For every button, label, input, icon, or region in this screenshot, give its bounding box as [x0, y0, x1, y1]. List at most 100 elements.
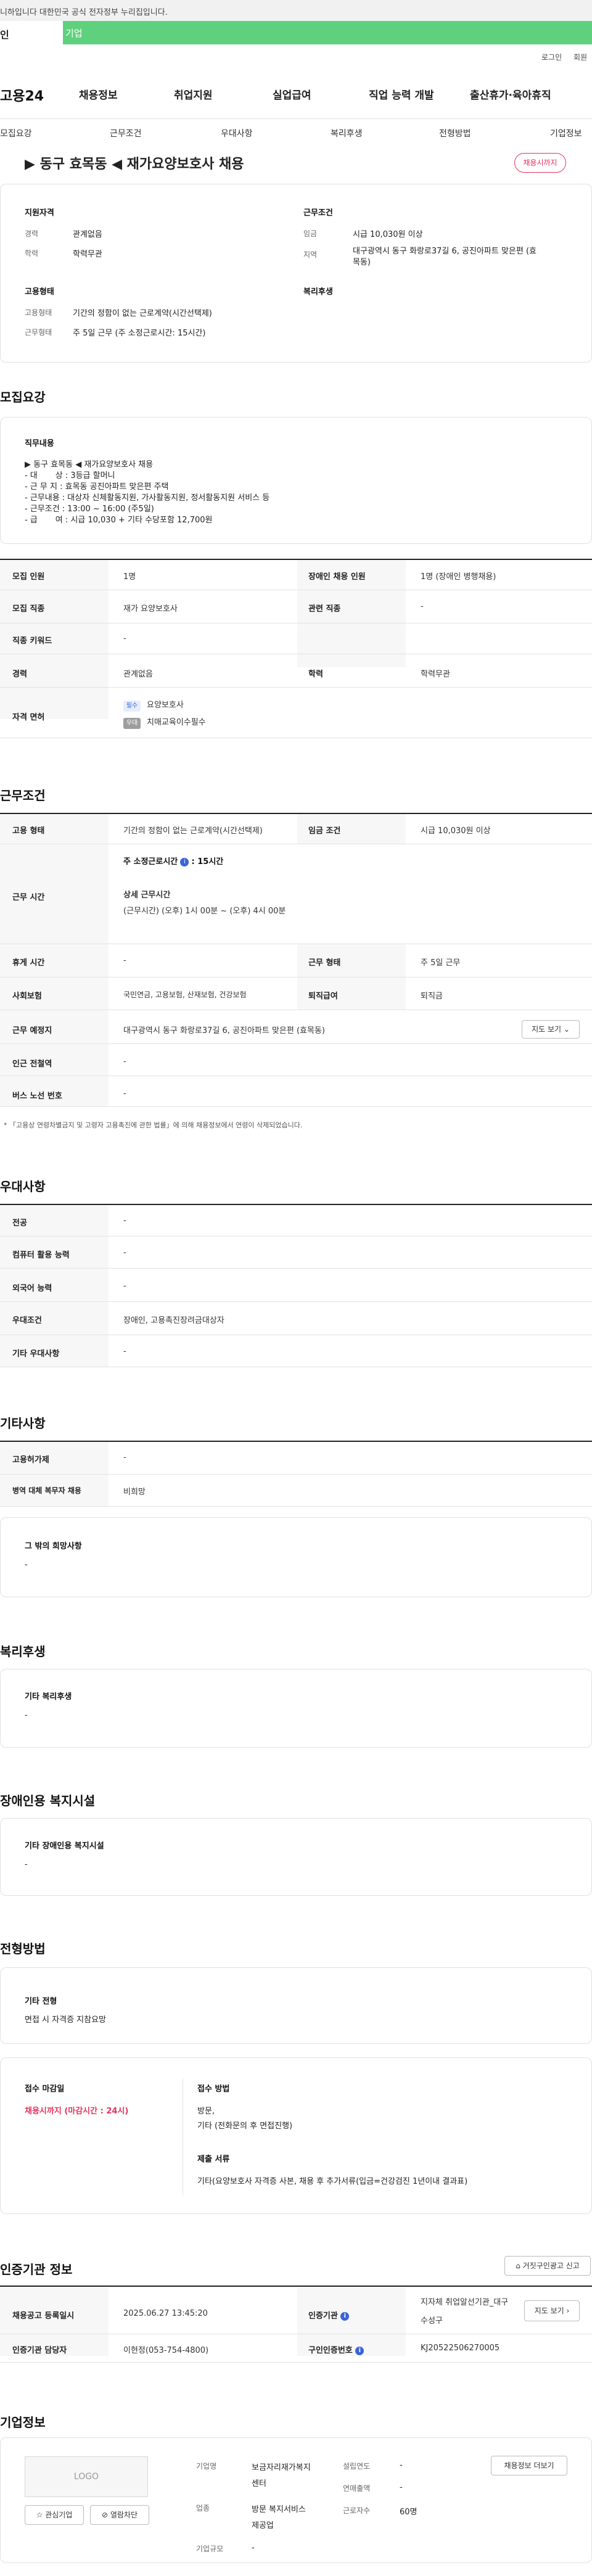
th-manager: 인증기관 담당자	[12, 2346, 67, 2355]
subnav-pref[interactable]: 우대사항	[221, 127, 253, 139]
td-insurance: 국민연금, 고용보험, 산재보험, 건강보험	[123, 990, 247, 999]
th-career: 경력	[12, 670, 27, 679]
selection-box-value: 면접 시 자격증 지참요망	[25, 2015, 106, 2025]
td-keyword: -	[123, 634, 126, 643]
wage-label: 임금	[303, 229, 318, 238]
td-reg: 2025.06.27 13:45:20	[123, 2309, 208, 2318]
disability-card	[0, 1818, 592, 1896]
row-divider	[0, 1506, 592, 1507]
th-job: 모집 직종	[12, 604, 45, 614]
home-icon: ⌂	[516, 2261, 523, 2270]
disability-section-title: 장애인용 복지시설	[0, 1793, 96, 1808]
size-label: 기업규모	[196, 2545, 224, 2553]
td-headcount: 1명	[123, 572, 136, 582]
company-name: 보금자리재가복지	[252, 2463, 311, 2472]
site-logo[interactable]: 고용24	[0, 85, 44, 105]
th-major: 전공	[12, 1219, 27, 1228]
th-bus: 버스 노선 번호	[12, 1092, 62, 1101]
th-disabled: 장애인 채용 인원	[308, 572, 366, 582]
staff-label: 근로자수	[343, 2506, 371, 2515]
block-view-button[interactable]: ⊘ 열람차단	[90, 2505, 149, 2525]
td-manager: 이현정(053-754-4800)	[123, 2346, 209, 2355]
welfare-section-title: 복리후생	[0, 1644, 46, 1659]
th-agency: 인증기관 i	[308, 2309, 350, 2321]
report-fake-ad-button[interactable]: ⌂ 거짓구인광고 신고	[504, 2256, 591, 2276]
td-military: 비희망	[123, 1488, 146, 1497]
info-icon[interactable]: i	[180, 857, 189, 866]
favorite-company-button[interactable]: ☆ 관심기업	[25, 2505, 84, 2525]
company-name-label: 기업명	[196, 2462, 217, 2471]
td-reqno: KJ20522506270005	[421, 2344, 500, 2353]
size: -	[252, 2543, 255, 2553]
license-item: 필수 요양보호사	[123, 698, 184, 712]
th-wage: 임금 조건	[308, 826, 341, 836]
td-pref-cond: 장애인, 고용촉진장려금대상자	[123, 1316, 224, 1325]
gnb-unemployment-benefit[interactable]: 실업급여	[273, 86, 311, 102]
industry: 방문 복지서비스	[252, 2505, 306, 2514]
td-pref-etc: -	[123, 1347, 126, 1356]
subnav-welfare[interactable]: 복리후생	[331, 127, 363, 139]
work-form-value: 주 5일 근무 (주 소정근로시간: 15시간)	[73, 329, 206, 338]
gnb-employment-support[interactable]: 취업지원	[174, 86, 213, 102]
login-link[interactable]: 로그인	[541, 52, 562, 62]
info-icon[interactable]: i	[355, 2346, 364, 2355]
tab-business[interactable]: 기업	[63, 21, 592, 44]
other-hope-card	[0, 1517, 592, 1597]
th-keyword: 직종 키워드	[12, 636, 52, 646]
docs-value: 기타(요양보호사 자격증 사본, 채용 후 추가서류(입금=건강검진 1년이내 …	[197, 2177, 468, 2186]
td-job: 재가 요양보호사	[123, 604, 178, 614]
subnav-selection[interactable]: 전형방법	[439, 127, 471, 139]
founded-label: 설립연도	[343, 2462, 371, 2471]
row-divider	[0, 1301, 592, 1302]
license-pref-tag: 우대	[123, 718, 141, 729]
th-reqno: 구인인증번호 i	[308, 2344, 364, 2355]
gov-notice-bar: 니하입니다 대한민국 공식 전자정부 누리집입니다.	[0, 0, 592, 21]
subnav-recruit[interactable]: 모집요강	[0, 127, 32, 139]
duty-line: - 근 무 지 : 효목동 공진아파트 맞은편 주택	[25, 482, 169, 492]
region-label: 지역	[303, 250, 318, 259]
welfare-box-title: 기타 복리후생	[25, 1692, 72, 1702]
gnb-jobs[interactable]: 채용정보	[79, 86, 118, 102]
gnb-skill-development[interactable]: 직업 능력 개발	[369, 86, 434, 102]
td-permit: -	[123, 1453, 126, 1462]
cond-title: 근무조건	[303, 208, 333, 218]
th-form: 근무 형태	[308, 958, 341, 968]
subnav-work[interactable]: 근무조건	[110, 127, 142, 139]
td-bus: -	[123, 1089, 126, 1098]
welfare-box-value: -	[25, 1711, 28, 1720]
row-divider	[0, 1268, 592, 1269]
row-divider	[0, 1236, 592, 1237]
info-icon[interactable]: i	[340, 2311, 350, 2321]
subnav-company[interactable]: 기업정보	[550, 127, 582, 139]
th-subway: 인근 전철역	[12, 1060, 52, 1069]
td-form: 주 5일 근무	[421, 958, 461, 968]
join-link[interactable]: 회원	[574, 52, 587, 62]
th-headcount: 모집 인원	[12, 572, 45, 582]
th-hours: 근무 시간	[12, 893, 45, 902]
founded: -	[400, 2461, 403, 2470]
work-form-label: 근무형태	[25, 328, 52, 337]
welfare-title: 복리후생	[303, 287, 333, 297]
tab-individual[interactable]: 인	[0, 21, 63, 44]
company-section-title: 기업정보	[0, 2415, 46, 2430]
company-logo: LOGO	[25, 2456, 148, 2497]
map-view-button[interactable]: 지도 보기 ⌄	[522, 1020, 580, 1039]
method-value: 방문,	[197, 2107, 215, 2116]
edu-label: 학력	[25, 249, 39, 258]
other-section-title: 기타사항	[0, 1416, 46, 1431]
method-value-2: 기타 (전화문의 후 면접진행)	[197, 2121, 293, 2131]
agency-section-title: 인증기관 정보	[0, 2262, 73, 2277]
duty-line: - 근무내용 : 대상자 신체활동지원, 가사활동지원, 정서활동지원 서비스 …	[25, 493, 270, 503]
td-edu: 학력무관	[421, 670, 450, 679]
agency-map-button[interactable]: 지도 보기 ›	[524, 2300, 580, 2321]
duty-line: ▶ 동구 효목동 ◀ 재가요양보호사 채용	[25, 460, 154, 469]
th-military: 병역 대체 복무자 채용	[12, 1486, 81, 1495]
td-severance: 퇴직금	[421, 992, 443, 1001]
td-break: -	[123, 956, 126, 965]
th-emp-type: 고용 형태	[12, 826, 45, 836]
more-jobs-button[interactable]: 채용정보 더보기	[491, 2456, 567, 2475]
gnb-maternity-leave[interactable]: 출산휴가·육아휴직	[470, 86, 551, 102]
th-edu: 학력	[308, 670, 323, 679]
th-pc: 컴퓨터 활용 능력	[12, 1251, 70, 1260]
td-agency-2: 수성구	[421, 2316, 443, 2326]
